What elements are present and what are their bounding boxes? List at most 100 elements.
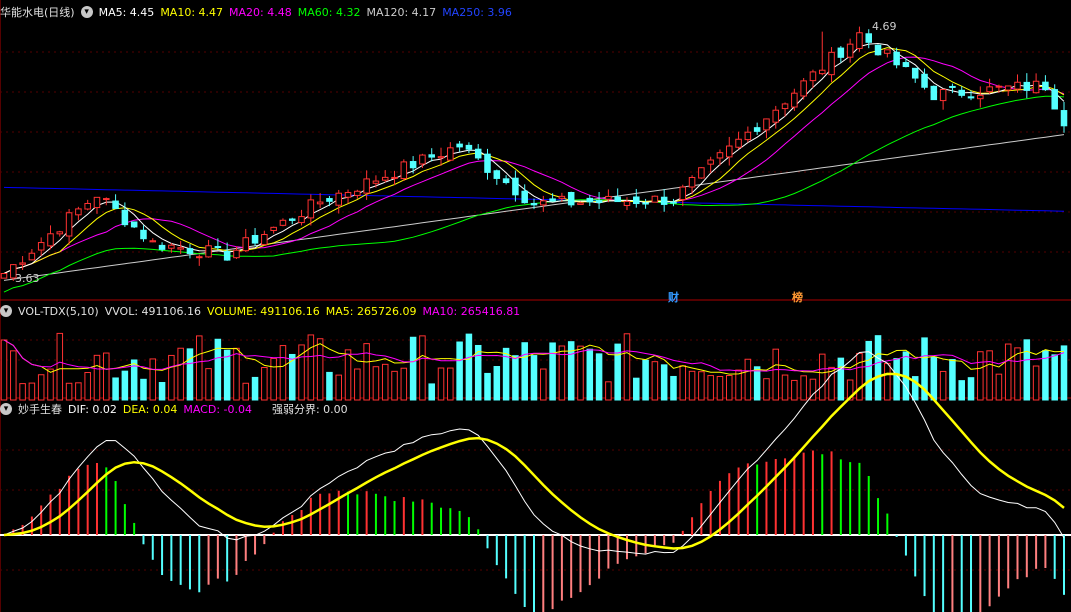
- volume-bar: [939, 370, 947, 401]
- volume-bar: [716, 375, 724, 401]
- volume-bar: [47, 368, 54, 401]
- candle-body: [1023, 81, 1031, 91]
- candle-body: [130, 221, 138, 228]
- candle-body: [307, 199, 315, 219]
- candle-body: [447, 147, 454, 161]
- macd-header: ▾ 妙手生春 DIF: 0.02 DEA: 0.04 MACD: -0.04 强…: [0, 401, 354, 417]
- volume-bar: [112, 377, 119, 401]
- ma120-label: MA120: 4.17: [366, 5, 437, 19]
- volume-bar: [140, 378, 147, 401]
- candle-body: [279, 219, 287, 226]
- volume-bar: [893, 358, 900, 401]
- ma20-line: [3, 56, 1065, 274]
- volume-bar: [549, 342, 556, 401]
- finance-marker[interactable]: 财: [668, 289, 679, 305]
- candle-body: [893, 51, 900, 66]
- candle-body: [911, 67, 919, 79]
- candle-body: [521, 190, 528, 204]
- volume-bar: [958, 380, 965, 401]
- candle-body: [921, 73, 928, 88]
- candle-body: [595, 200, 603, 203]
- volume-bar: [316, 338, 324, 401]
- volume-bar: [279, 345, 287, 401]
- volume-bar: [930, 356, 938, 401]
- candle-body: [84, 202, 91, 210]
- dropdown-icon[interactable]: ▾: [0, 305, 12, 317]
- volume-bar: [437, 367, 445, 401]
- volume-bar: [419, 335, 426, 401]
- candle-body: [251, 235, 259, 244]
- volume-bar: [326, 371, 333, 401]
- volume-bar: [949, 359, 956, 401]
- volume-bar: [781, 374, 789, 401]
- volume-bar: [205, 368, 212, 401]
- macd-label: MACD: -0.04: [183, 402, 252, 416]
- candle-body: [605, 195, 612, 200]
- candle-body: [158, 244, 166, 250]
- candle-body: [707, 159, 714, 165]
- candle-body: [381, 176, 389, 181]
- volume-bar: [1004, 343, 1012, 401]
- candle-body: [195, 256, 203, 259]
- volume-bar: [986, 350, 993, 401]
- volume-bar: [744, 358, 752, 401]
- candle-body: [642, 202, 649, 205]
- candle-body: [716, 152, 724, 159]
- dif-label: DIF: 0.02: [68, 402, 117, 416]
- candle-body: [846, 43, 854, 58]
- volume-bar: [623, 333, 631, 401]
- volume-bar: [540, 368, 547, 401]
- candle-body: [168, 244, 175, 249]
- candle-body: [242, 237, 250, 252]
- volume-bar: [1051, 354, 1058, 401]
- candle-body: [391, 176, 398, 179]
- volume-bar: [381, 363, 389, 401]
- volume-bar: [995, 373, 1003, 401]
- candle-body: [205, 245, 212, 258]
- candle-body: [1014, 81, 1021, 90]
- candle-body: [818, 69, 826, 75]
- volume-bar: [400, 367, 408, 401]
- stock-title: 华能水电(日线): [0, 6, 75, 19]
- vol-ma5-label: MA5: 265726.09: [325, 304, 417, 318]
- dea-label: DEA: 0.04: [122, 402, 178, 416]
- candle-body: [502, 178, 510, 184]
- ma5-label: MA5: 4.45: [98, 5, 155, 19]
- candle-body: [939, 89, 947, 102]
- candle-body: [493, 170, 501, 179]
- volume-bar: [874, 335, 882, 401]
- volume-bar: [84, 372, 91, 401]
- ma10-label: MA10: 4.47: [160, 5, 224, 19]
- candle-body: [725, 145, 733, 158]
- volume-bar: [1023, 339, 1031, 401]
- volume-bar: [75, 382, 82, 401]
- candle-body: [856, 32, 863, 49]
- candle-body: [1051, 89, 1058, 110]
- candle-body: [47, 233, 54, 247]
- volume-bar: [670, 375, 677, 401]
- dropdown-icon[interactable]: ▾: [80, 6, 93, 18]
- volume-bar: [884, 363, 891, 401]
- volume-bar: [28, 382, 36, 401]
- candle-body: [121, 209, 129, 226]
- dropdown-icon[interactable]: ▾: [0, 403, 12, 415]
- candle-body: [140, 229, 147, 240]
- volume-bar: [158, 382, 166, 401]
- rank-marker[interactable]: 榜: [792, 289, 803, 305]
- candle-body: [75, 208, 82, 216]
- candle-body: [112, 200, 119, 209]
- ma60-label: MA60: 4.32: [297, 5, 361, 19]
- volume-bar: [595, 353, 603, 401]
- volume-bar: [577, 345, 584, 401]
- volume-bar: [818, 353, 826, 401]
- candle-body: [214, 246, 222, 249]
- candle-body: [223, 250, 231, 261]
- candle-body: [261, 234, 268, 246]
- volume-bar: [223, 349, 231, 401]
- volume-bar: [660, 364, 668, 401]
- candle-body: [930, 85, 938, 101]
- volume-bar: [586, 348, 594, 401]
- candle-body: [326, 198, 333, 202]
- high-price-label: 4.69: [872, 20, 897, 33]
- volume-bar: [512, 355, 519, 401]
